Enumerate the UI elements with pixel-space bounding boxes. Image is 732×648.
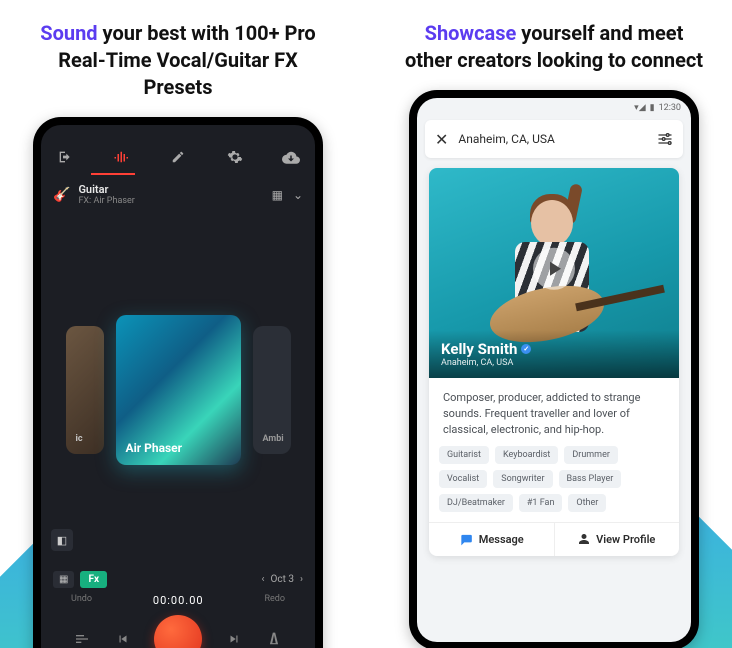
person-icon: [578, 533, 590, 546]
view-profile-label: View Profile: [596, 533, 655, 546]
skip-forward-icon[interactable]: [225, 630, 243, 648]
profile-photo[interactable]: Kelly Smith ✓ Anaheim, CA, USA: [429, 168, 679, 378]
track-name: Guitar: [78, 183, 134, 196]
grid-view-icon[interactable]: ▦: [272, 188, 283, 202]
location-search-bar: ✕ Anaheim, CA, USA: [425, 120, 683, 158]
date-stepper[interactable]: ‹ Oct 3 ›: [261, 574, 303, 585]
close-icon[interactable]: ✕: [435, 130, 448, 149]
phone-container: ▾◢ ▮ 12:30 ✕ Anaheim, CA, USA: [376, 90, 732, 648]
tag[interactable]: Songwriter: [493, 470, 552, 488]
skip-back-icon[interactable]: [114, 630, 132, 648]
undo-button[interactable]: Undo: [71, 594, 92, 607]
message-label: Message: [479, 533, 524, 546]
tag[interactable]: Other: [568, 494, 606, 512]
profile-name-row: Kelly Smith ✓: [441, 340, 667, 358]
filter-icon[interactable]: [657, 132, 673, 146]
phone-frame: 🎸 Guitar FX: Air Phaser ▦ ⌄ ic Air Phase…: [33, 117, 323, 648]
guitar-icon: 🎸: [53, 187, 70, 203]
app-screen-fx: 🎸 Guitar FX: Air Phaser ▦ ⌄ ic Air Phase…: [41, 125, 315, 648]
date-value: Oct 3: [270, 574, 294, 585]
control-row-1: ▦ Fx ‹ Oct 3 ›: [53, 571, 303, 588]
phone-frame: ▾◢ ▮ 12:30 ✕ Anaheim, CA, USA: [409, 90, 699, 648]
chevron-right-icon[interactable]: ›: [300, 574, 303, 585]
profile-card: Kelly Smith ✓ Anaheim, CA, USA Composer,…: [429, 168, 679, 556]
right-heading: Showcase yourself and meet other creator…: [376, 0, 732, 90]
transport-bar: [53, 607, 303, 648]
preset-card-prev[interactable]: ic: [66, 326, 104, 454]
app-screen-profile: ▾◢ ▮ 12:30 ✕ Anaheim, CA, USA: [417, 98, 691, 642]
phone-container: 🎸 Guitar FX: Air Phaser ▦ ⌄ ic Air Phase…: [0, 117, 356, 648]
expand-button[interactable]: ◧: [51, 529, 73, 551]
status-bar: [41, 125, 315, 139]
verified-badge-icon: ✓: [521, 344, 531, 354]
heading-rest: your best with 100+ Pro Real-Time Vocal/…: [58, 21, 316, 99]
chat-icon: [459, 533, 473, 546]
message-button[interactable]: Message: [429, 523, 554, 556]
waveform-icon[interactable]: [112, 147, 132, 167]
profile-bio: Composer, producer, addicted to strange …: [429, 378, 679, 446]
search-location-text[interactable]: Anaheim, CA, USA: [458, 132, 647, 146]
preset-card-next[interactable]: Ambi: [253, 326, 291, 454]
metronome-icon[interactable]: [265, 630, 283, 648]
accent-word: Showcase: [425, 21, 517, 45]
track-right-controls: ▦ ⌄: [272, 188, 303, 202]
left-heading: Sound your best with 100+ Pro Real-Time …: [0, 0, 356, 117]
record-button[interactable]: [154, 615, 202, 648]
track-header: 🎸 Guitar FX: Air Phaser ▦ ⌄: [41, 175, 315, 212]
tag[interactable]: Drummer: [564, 446, 618, 464]
view-toggle[interactable]: ▦: [53, 571, 74, 588]
fx-toggle[interactable]: Fx: [80, 571, 107, 588]
track-left: 🎸 Guitar FX: Air Phaser: [53, 183, 135, 206]
preset-card-current[interactable]: Air Phaser: [116, 315, 241, 465]
status-bar: ▾◢ ▮ 12:30: [417, 98, 691, 116]
exit-icon[interactable]: [55, 147, 75, 167]
accent-word: Sound: [40, 21, 97, 45]
time-counter: 00:00.00: [153, 594, 204, 607]
edit-icon[interactable]: [168, 147, 188, 167]
preset-current-label: Air Phaser: [126, 441, 183, 455]
tag[interactable]: Vocalist: [439, 470, 487, 488]
profile-name: Kelly Smith: [441, 340, 517, 358]
tag[interactable]: DJ/Beatmaker: [439, 494, 513, 512]
profile-tags: Guitarist Keyboardist Drummer Vocalist S…: [429, 446, 679, 522]
play-icon[interactable]: [533, 248, 575, 290]
left-panel: Sound your best with 100+ Pro Real-Time …: [0, 0, 356, 648]
tag[interactable]: Keyboardist: [495, 446, 558, 464]
track-info: Guitar FX: Air Phaser: [78, 183, 134, 206]
preset-next-label: Ambi: [263, 434, 284, 444]
signal-icon: ▾◢: [634, 103, 645, 113]
bottom-controls: ▦ Fx ‹ Oct 3 › Undo 00:00.00 Redo: [41, 567, 315, 648]
chevron-down-icon[interactable]: ⌄: [293, 188, 303, 202]
gear-icon[interactable]: [225, 147, 245, 167]
sliders-icon[interactable]: [73, 630, 91, 648]
battery-icon: ▮: [650, 103, 655, 113]
tag[interactable]: Bass Player: [559, 470, 622, 488]
track-fx-name: FX: Air Phaser: [78, 196, 134, 206]
top-nav: [41, 139, 315, 173]
redo-button[interactable]: Redo: [264, 594, 285, 607]
status-time: 12:30: [659, 103, 681, 113]
preset-prev-label: ic: [76, 434, 83, 444]
cloud-upload-icon[interactable]: [281, 147, 301, 167]
profile-overlay: Kelly Smith ✓ Anaheim, CA, USA: [429, 330, 679, 378]
action-row: Message View Profile: [429, 522, 679, 556]
tag[interactable]: #1 Fan: [519, 494, 563, 512]
profile-location: Anaheim, CA, USA: [441, 358, 667, 368]
preset-carousel[interactable]: ic Air Phaser Ambi: [41, 212, 315, 567]
view-profile-button[interactable]: View Profile: [554, 523, 680, 556]
chevron-left-icon[interactable]: ‹: [261, 574, 264, 585]
tag[interactable]: Guitarist: [439, 446, 489, 464]
control-row-2: Undo 00:00.00 Redo: [53, 588, 303, 607]
right-panel: Showcase yourself and meet other creator…: [376, 0, 732, 648]
tab-underline: [41, 173, 315, 175]
